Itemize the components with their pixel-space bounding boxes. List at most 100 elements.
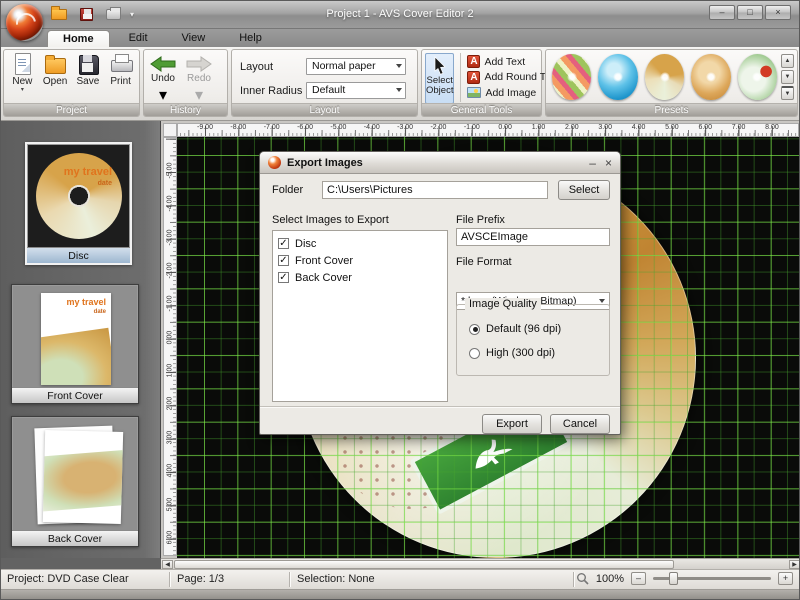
- ruler-label: -4.00: [166, 195, 174, 212]
- vertical-ruler: -5.00 -4.00 -3.00 -2.00 -1.00 0.00 1.00 2.00 3.0…: [163, 137, 177, 556]
- dialog-close-icon[interactable]: ×: [605, 157, 612, 169]
- export-item-disc[interactable]: ✓ Disc: [278, 235, 442, 252]
- ruler-label: 4.00: [631, 124, 646, 131]
- thumbnail-label: Front Cover: [12, 387, 138, 403]
- select-object-button[interactable]: Select Object: [425, 53, 455, 104]
- scroll-left-icon[interactable]: ◀: [162, 560, 173, 569]
- ruler-label: -7.00: [263, 124, 280, 131]
- thumbnail-label: Disc: [27, 247, 130, 263]
- scroll-right-icon[interactable]: ▶: [789, 560, 799, 569]
- file-prefix-input[interactable]: [456, 228, 610, 246]
- maximize-button[interactable]: □: [737, 5, 763, 20]
- sidebar-item-back-cover[interactable]: Back Cover: [11, 416, 139, 547]
- preset-disc-4-icon[interactable]: [691, 54, 731, 100]
- undo-button[interactable]: Undo ▾: [150, 56, 176, 105]
- folder-input[interactable]: [322, 181, 548, 199]
- ruler-label: 4.00: [166, 463, 174, 478]
- ruler-label: 6.00: [698, 124, 713, 131]
- preset-disc-1-icon[interactable]: [552, 54, 592, 100]
- ribbon-group-project: New ▾ Open Save Print Project: [3, 49, 140, 117]
- add-round-text-icon: A: [467, 70, 481, 84]
- presets-scroll-up-button[interactable]: ▲: [781, 54, 794, 68]
- open-icon: [44, 53, 67, 75]
- tab-edit[interactable]: Edit: [114, 30, 163, 47]
- export-item-back-cover[interactable]: ✓ Back Cover: [278, 269, 442, 286]
- layout-dropdown[interactable]: Normal paper: [306, 58, 406, 75]
- scrollbar-thumb[interactable]: [174, 560, 674, 569]
- inner-radius-dropdown[interactable]: Default: [306, 82, 406, 99]
- export-item-front-cover[interactable]: ✓ Front Cover: [278, 252, 442, 269]
- group-label-layout: Layout: [232, 103, 417, 116]
- dialog-minimize-icon[interactable]: –: [589, 157, 596, 169]
- dialog-title: Export Images: [287, 156, 363, 169]
- dialog-app-icon: [268, 156, 281, 169]
- tab-help[interactable]: Help: [224, 30, 277, 47]
- ruler-label: 1.00: [531, 124, 546, 131]
- ribbon-group-layout: Layout Normal paper Inner Radius Default La…: [231, 49, 418, 117]
- tab-home[interactable]: Home: [47, 30, 110, 47]
- radio-high-quality[interactable]: High (300 dpi): [469, 347, 555, 359]
- sidebar-item-front-cover[interactable]: my travel date Front Cover: [11, 284, 139, 404]
- minimize-button[interactable]: –: [709, 5, 735, 20]
- disc-thumbnail-image: my travel date: [36, 153, 122, 239]
- new-icon: [11, 53, 33, 75]
- add-image-icon: [467, 87, 482, 98]
- ruler-label: 8.00: [765, 124, 779, 131]
- ruler-label: -4.00: [363, 124, 380, 131]
- presets-gallery-button[interactable]: ▼: [781, 86, 794, 100]
- close-button[interactable]: ×: [765, 5, 791, 20]
- status-selection: Selection: None: [297, 573, 375, 585]
- ribbon-group-general-tools: Select Object A Add Text A Add Round Text Ad…: [421, 49, 559, 117]
- ruler-label: -2.00: [430, 124, 447, 131]
- horizontal-scrollbar[interactable]: ◀ ▶: [161, 558, 799, 569]
- radio-default-quality[interactable]: Default (96 dpi): [469, 323, 561, 335]
- export-images-dialog: Export Images – × Folder Select Select I…: [259, 151, 621, 435]
- ruler-corner: [163, 123, 177, 137]
- preset-disc-3-icon[interactable]: [644, 54, 685, 100]
- radio-icon: [469, 323, 480, 335]
- ruler-label: 1.00: [166, 363, 174, 378]
- ruler-label: 6.00: [166, 530, 174, 545]
- zoom-in-button[interactable]: +: [778, 572, 793, 585]
- export-button[interactable]: Export: [482, 414, 542, 434]
- zoom-slider-handle[interactable]: [669, 572, 678, 585]
- group-label-history: History: [144, 103, 227, 116]
- new-button[interactable]: New ▾: [8, 53, 37, 93]
- zoom-slider[interactable]: [653, 572, 771, 585]
- open-button[interactable]: Open: [41, 53, 70, 92]
- ruler-label: -5.00: [330, 124, 347, 131]
- zoom-out-button[interactable]: –: [631, 572, 646, 585]
- sidebar-item-disc[interactable]: my travel date Disc: [25, 142, 132, 265]
- menu-bar: Home Edit View Help: [1, 29, 799, 47]
- layout-field-label: Layout: [240, 60, 274, 73]
- ribbon: New ▾ Open Save Print Project Undo ▾ Redo ▾: [1, 47, 799, 121]
- preset-disc-5-icon[interactable]: [737, 54, 778, 100]
- presets-scroll-down-button[interactable]: ▼: [781, 70, 794, 84]
- select-folder-button[interactable]: Select: [558, 180, 610, 200]
- ruler-label: 0.00: [166, 330, 174, 345]
- ruler-label: 2.00: [565, 124, 579, 131]
- zoom-level: 100%: [595, 572, 624, 585]
- checkbox-icon[interactable]: ✓: [278, 272, 289, 283]
- ruler-label: -9.00: [197, 124, 213, 131]
- tab-view[interactable]: View: [167, 30, 221, 47]
- title-bar: ▾ Project 1 - AVS Cover Editor 2 – □ ×: [1, 1, 799, 29]
- save-button[interactable]: Save: [74, 53, 103, 92]
- app-logo-icon[interactable]: [6, 4, 43, 41]
- cancel-button[interactable]: Cancel: [550, 414, 610, 434]
- folder-label: Folder: [272, 184, 304, 196]
- ruler-label: -8.00: [230, 124, 247, 131]
- export-images-list[interactable]: ✓ Disc ✓ Front Cover ✓ Back Cover: [272, 230, 448, 402]
- undo-arrow-icon: [150, 56, 176, 72]
- preset-disc-2-icon[interactable]: [598, 54, 638, 100]
- checkbox-icon[interactable]: ✓: [278, 255, 289, 266]
- cursor-arrow-icon: [434, 56, 446, 75]
- checkbox-icon[interactable]: ✓: [278, 238, 289, 249]
- magnifier-icon: [576, 573, 589, 585]
- horizontal-ruler: -9.00 -8.00 -7.00 -6.00 -5.00 -4.00 -3.00 -2.00…: [177, 123, 799, 137]
- print-button[interactable]: Print: [106, 53, 135, 92]
- dialog-title-bar[interactable]: Export Images – ×: [260, 152, 620, 174]
- app-window: ▾ Project 1 - AVS Cover Editor 2 – □ × H…: [0, 0, 800, 600]
- redo-button[interactable]: Redo ▾: [186, 56, 212, 105]
- group-label-general-tools: General Tools: [422, 103, 541, 116]
